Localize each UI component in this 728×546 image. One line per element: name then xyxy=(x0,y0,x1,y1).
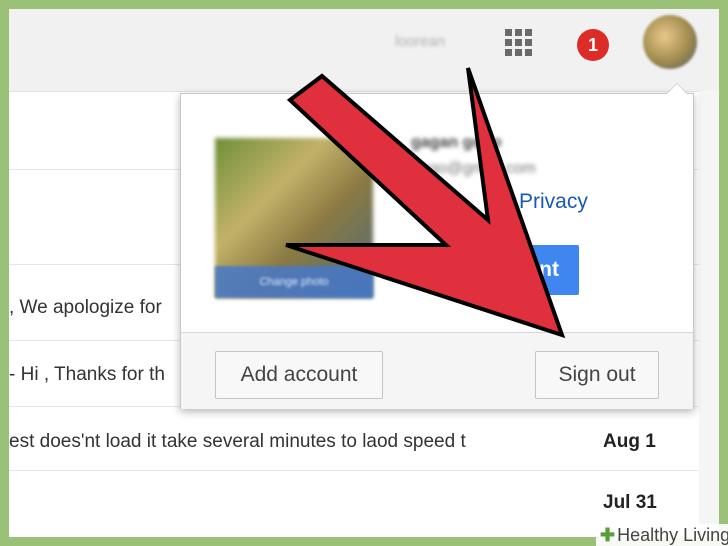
red-pointer-arrow xyxy=(285,67,566,339)
watermark-text: Healthy Living xyxy=(617,525,728,545)
arrow-shape xyxy=(285,67,566,339)
watermark: ✚ Healthy Living xyxy=(596,524,728,546)
leaf-icon: ✚ xyxy=(600,525,616,545)
